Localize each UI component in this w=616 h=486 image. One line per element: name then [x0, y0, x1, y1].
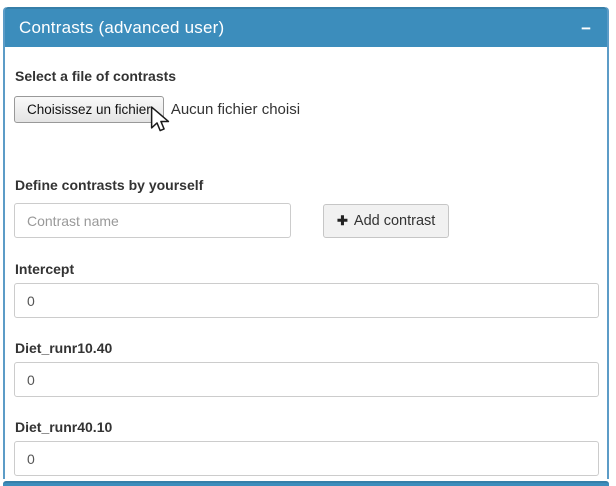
panel-title: Contrasts (advanced user) — [19, 18, 224, 38]
diet-runr40-10-input[interactable] — [14, 441, 599, 476]
panel-body: Select a file of contrasts Choisissez un… — [5, 47, 607, 476]
contrasts-screen: Contrasts (advanced user) − Select a fil… — [0, 0, 616, 486]
contrast-name-input[interactable] — [14, 203, 291, 238]
add-contrast-label: Add contrast — [354, 213, 435, 229]
collapse-minus-icon[interactable]: − — [579, 20, 593, 37]
intercept-label: Intercept — [15, 260, 599, 278]
next-panel-header[interactable] — [3, 481, 609, 486]
panel-header[interactable]: Contrasts (advanced user) − — [5, 7, 607, 47]
file-input-row: Choisissez un fichier Aucun fichier choi… — [14, 96, 599, 123]
define-contrast-row: ✚ Add contrast — [14, 203, 599, 238]
diet-runr10-40-label: Diet_runr10.40 — [15, 339, 599, 357]
contrasts-panel: Contrasts (advanced user) − Select a fil… — [3, 7, 609, 479]
diet-runr10-40-input[interactable] — [14, 362, 599, 397]
file-section-label: Select a file of contrasts — [15, 67, 599, 85]
choose-file-button[interactable]: Choisissez un fichier — [14, 96, 164, 123]
plus-icon: ✚ — [337, 213, 348, 229]
add-contrast-button[interactable]: ✚ Add contrast — [323, 204, 449, 238]
intercept-input[interactable] — [14, 283, 599, 318]
file-status-text: Aucun fichier choisi — [171, 101, 300, 118]
diet-runr40-10-label: Diet_runr40.10 — [15, 418, 599, 436]
define-section-label: Define contrasts by yourself — [15, 176, 599, 194]
